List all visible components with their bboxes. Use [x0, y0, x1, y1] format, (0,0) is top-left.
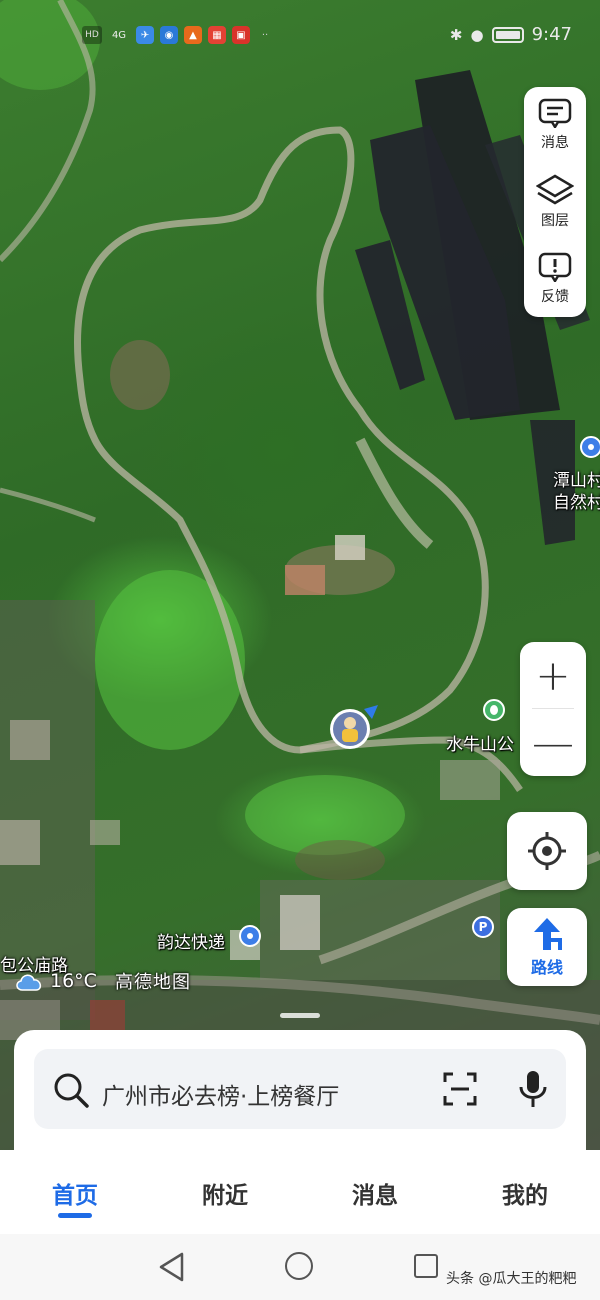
app-notification-icon: ◉ — [160, 26, 178, 44]
building — [0, 820, 40, 865]
map-path — [0, 487, 96, 523]
tab-messages[interactable]: 消息 — [315, 1176, 435, 1210]
park-pin-icon[interactable] — [483, 699, 505, 721]
user-location-marker[interactable] — [328, 705, 378, 751]
app-notification-icon: ✈ — [136, 26, 154, 44]
app-notification-icon: ▲ — [184, 26, 202, 44]
feedback-button[interactable]: 反馈 — [524, 240, 586, 317]
building — [10, 720, 50, 760]
search-icon — [54, 1073, 89, 1108]
microphone-icon[interactable] — [518, 1069, 548, 1109]
system-nav-bar — [0, 1234, 600, 1300]
zoom-out-button[interactable]: — — [520, 709, 586, 776]
weather-widget[interactable]: 16°C 高德地图 — [14, 968, 191, 994]
building — [90, 1000, 125, 1030]
building — [440, 760, 500, 800]
search-placeholder: 广州市必去榜·上榜餐厅 — [102, 1084, 340, 1110]
app-notification-icon: ▣ — [232, 26, 250, 44]
zoom-in-button[interactable]: + — [520, 642, 586, 709]
messages-label: 消息 — [541, 135, 569, 152]
poi-label-shuiniushan[interactable]: 水牛山公 — [446, 730, 514, 755]
layers-icon — [536, 174, 574, 205]
building — [280, 895, 320, 950]
building — [90, 820, 120, 845]
status-bar: HD 4G ✈ ◉ ▲ ▦ ▣ ·· ✱ ● 9:47 — [0, 22, 600, 52]
recent-apps-icon[interactable] — [414, 1254, 438, 1278]
map-tool-panel: 消息 图层 反馈 — [524, 87, 586, 317]
poi-label-tanshan-2[interactable]: 自然村 — [553, 488, 600, 513]
map-path — [355, 437, 434, 549]
tab-nearby[interactable]: 附近 — [165, 1176, 285, 1210]
scan-icon[interactable] — [442, 1071, 478, 1107]
bluetooth-icon: ✱ — [449, 25, 463, 44]
battery-icon — [491, 26, 524, 43]
feedback-icon — [538, 252, 572, 282]
poi-pin-icon[interactable] — [239, 925, 261, 947]
message-icon — [538, 99, 572, 129]
messages-button[interactable]: 消息 — [524, 87, 586, 164]
route-label: 路线 — [530, 958, 563, 977]
status-time: 9:47 — [531, 24, 572, 45]
route-arrow-icon — [534, 918, 562, 950]
more-notifications-icon: ·· — [261, 29, 269, 41]
poi-pin-icon[interactable] — [580, 436, 600, 458]
layers-button[interactable]: 图层 — [524, 164, 586, 241]
back-icon[interactable] — [158, 1252, 186, 1282]
bare-soil — [110, 340, 170, 410]
hd-indicator: HD — [82, 26, 102, 44]
crosshair-icon — [528, 832, 566, 870]
home-icon[interactable] — [285, 1252, 313, 1280]
feedback-label: 反馈 — [541, 288, 569, 305]
signal-icon: 4G — [111, 29, 127, 41]
tab-me[interactable]: 我的 — [465, 1176, 585, 1210]
route-button[interactable]: 路线 — [507, 908, 587, 986]
locate-me-button[interactable] — [507, 812, 587, 890]
location-icon: ● — [470, 25, 484, 44]
temperature: 16°C — [50, 970, 97, 992]
active-tab-indicator — [58, 1213, 92, 1218]
poi-label-yunda[interactable]: 韵达快递 — [157, 928, 225, 953]
layers-label: 图层 — [541, 213, 569, 229]
sheet-handle[interactable] — [280, 1013, 320, 1018]
tab-home[interactable]: 首页 — [15, 1176, 135, 1210]
watermark: 头条 @瓜大王的粑粑 — [446, 1271, 577, 1287]
cloud-icon — [16, 974, 42, 991]
search-bar[interactable]: 广州市必去榜·上榜餐厅 — [34, 1049, 566, 1129]
bare-soil — [295, 840, 385, 880]
building — [335, 535, 365, 560]
user-avatar-icon — [330, 705, 378, 749]
building — [285, 565, 325, 595]
green-field — [95, 570, 245, 750]
amap-logo: 高德地图 — [114, 972, 191, 993]
app-notification-icon: ▦ — [208, 26, 226, 44]
parking-icon[interactable]: P — [472, 916, 494, 938]
tab-bar: 首页 附近 消息 我的 — [0, 1150, 600, 1234]
zoom-control: + — — [520, 642, 586, 776]
